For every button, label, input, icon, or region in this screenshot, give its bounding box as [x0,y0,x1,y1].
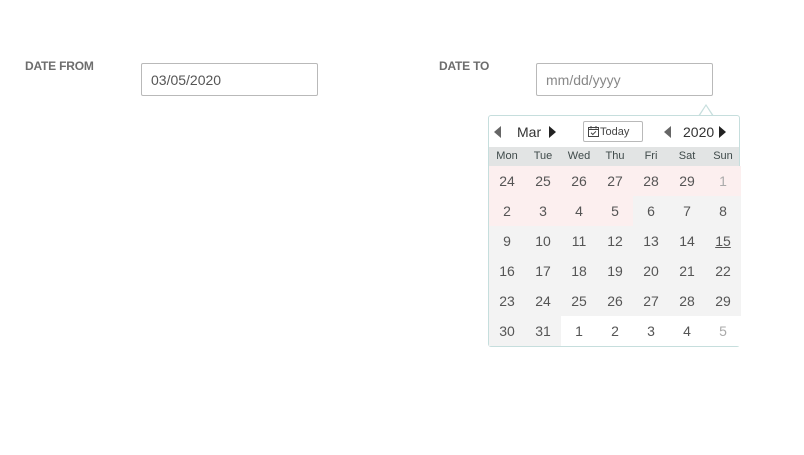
calendar-week: 2 3 4 5 6 7 8 [489,196,741,226]
calendar-day[interactable]: 1 [705,166,741,196]
calendar-day[interactable]: 5 [597,196,633,226]
prev-year-icon[interactable] [664,126,671,138]
today-button-label: Today [600,125,630,138]
calendar-day[interactable]: 7 [669,196,705,226]
calendar-day[interactable]: 28 [633,166,669,196]
calendar-week: 23 24 25 26 27 28 29 [489,286,741,316]
weekday-mon: Mon [496,150,518,162]
calendar-day[interactable]: 27 [633,286,669,316]
calendar-week: 9 10 11 12 13 14 15 [489,226,741,256]
weekday-thu: Thu [605,150,625,162]
calendar-day-today[interactable]: 15 [705,226,741,256]
calendar-day[interactable]: 14 [669,226,705,256]
calendar-day[interactable]: 6 [633,196,669,226]
calendar-day[interactable]: 26 [597,286,633,316]
calendar-day[interactable]: 21 [669,256,705,286]
calendar-day[interactable]: 10 [525,226,561,256]
calendar-day[interactable]: 30 [489,316,525,346]
calendar-day[interactable]: 19 [597,256,633,286]
date-picker-popup: Mar Today 2020 Mon Tue Wed Thu Fri Sat S… [488,115,741,347]
date-to-input[interactable] [536,63,713,96]
calendar-day[interactable]: 20 [633,256,669,286]
calendar-day[interactable]: 16 [489,256,525,286]
calendar-day[interactable]: 29 [669,166,705,196]
calendar-week: 24 25 26 27 28 29 1 [489,166,741,196]
calendar-check-icon [588,126,599,137]
calendar-day[interactable]: 28 [669,286,705,316]
calendar-day[interactable]: 31 [525,316,561,346]
calendar-day[interactable]: 4 [561,196,597,226]
calendar-day[interactable]: 12 [597,226,633,256]
calendar-day[interactable]: 27 [597,166,633,196]
weekday-header: Mon Tue Wed Thu Fri Sat Sun [489,147,739,166]
calendar-day[interactable]: 13 [633,226,669,256]
calendar-day[interactable]: 11 [561,226,597,256]
today-button[interactable]: Today [583,121,643,142]
calendar-day[interactable]: 1 [561,316,597,346]
calendar-day[interactable]: 8 [705,196,741,226]
date-from-input[interactable] [141,63,318,96]
calendar-week: 30 31 1 2 3 4 5 [489,316,741,346]
calendar-header: Mar Today 2020 [489,116,739,147]
calendar-week: 16 17 18 19 20 21 22 [489,256,741,286]
next-year-icon[interactable] [719,126,726,138]
calendar-day[interactable]: 18 [561,256,597,286]
calendar-day[interactable]: 2 [489,196,525,226]
calendar-day[interactable]: 23 [489,286,525,316]
date-to-label: DATE TO [439,59,490,73]
calendar-day[interactable]: 2 [597,316,633,346]
month-label[interactable]: Mar [517,124,541,140]
calendar-day[interactable]: 3 [633,316,669,346]
date-from-label: DATE FROM [25,59,94,73]
weekday-sun: Sun [713,150,733,162]
weekday-sat: Sat [678,150,696,162]
calendar-day[interactable]: 24 [489,166,525,196]
weekday-fri: Fri [644,150,658,162]
calendar-day[interactable]: 24 [525,286,561,316]
weekday-tue: Tue [533,150,553,162]
calendar-day[interactable]: 3 [525,196,561,226]
calendar-day[interactable]: 29 [705,286,741,316]
prev-month-icon[interactable] [494,126,501,138]
calendar-day[interactable]: 26 [561,166,597,196]
calendar-day[interactable]: 25 [525,166,561,196]
calendar-day[interactable]: 5 [705,316,741,346]
calendar-day[interactable]: 17 [525,256,561,286]
calendar-day[interactable]: 25 [561,286,597,316]
calendar-day[interactable]: 22 [705,256,741,286]
weekday-wed: Wed [567,150,591,162]
year-label[interactable]: 2020 [683,124,714,140]
next-month-icon[interactable] [549,126,556,138]
calendar-day[interactable]: 4 [669,316,705,346]
calendar-day[interactable]: 9 [489,226,525,256]
